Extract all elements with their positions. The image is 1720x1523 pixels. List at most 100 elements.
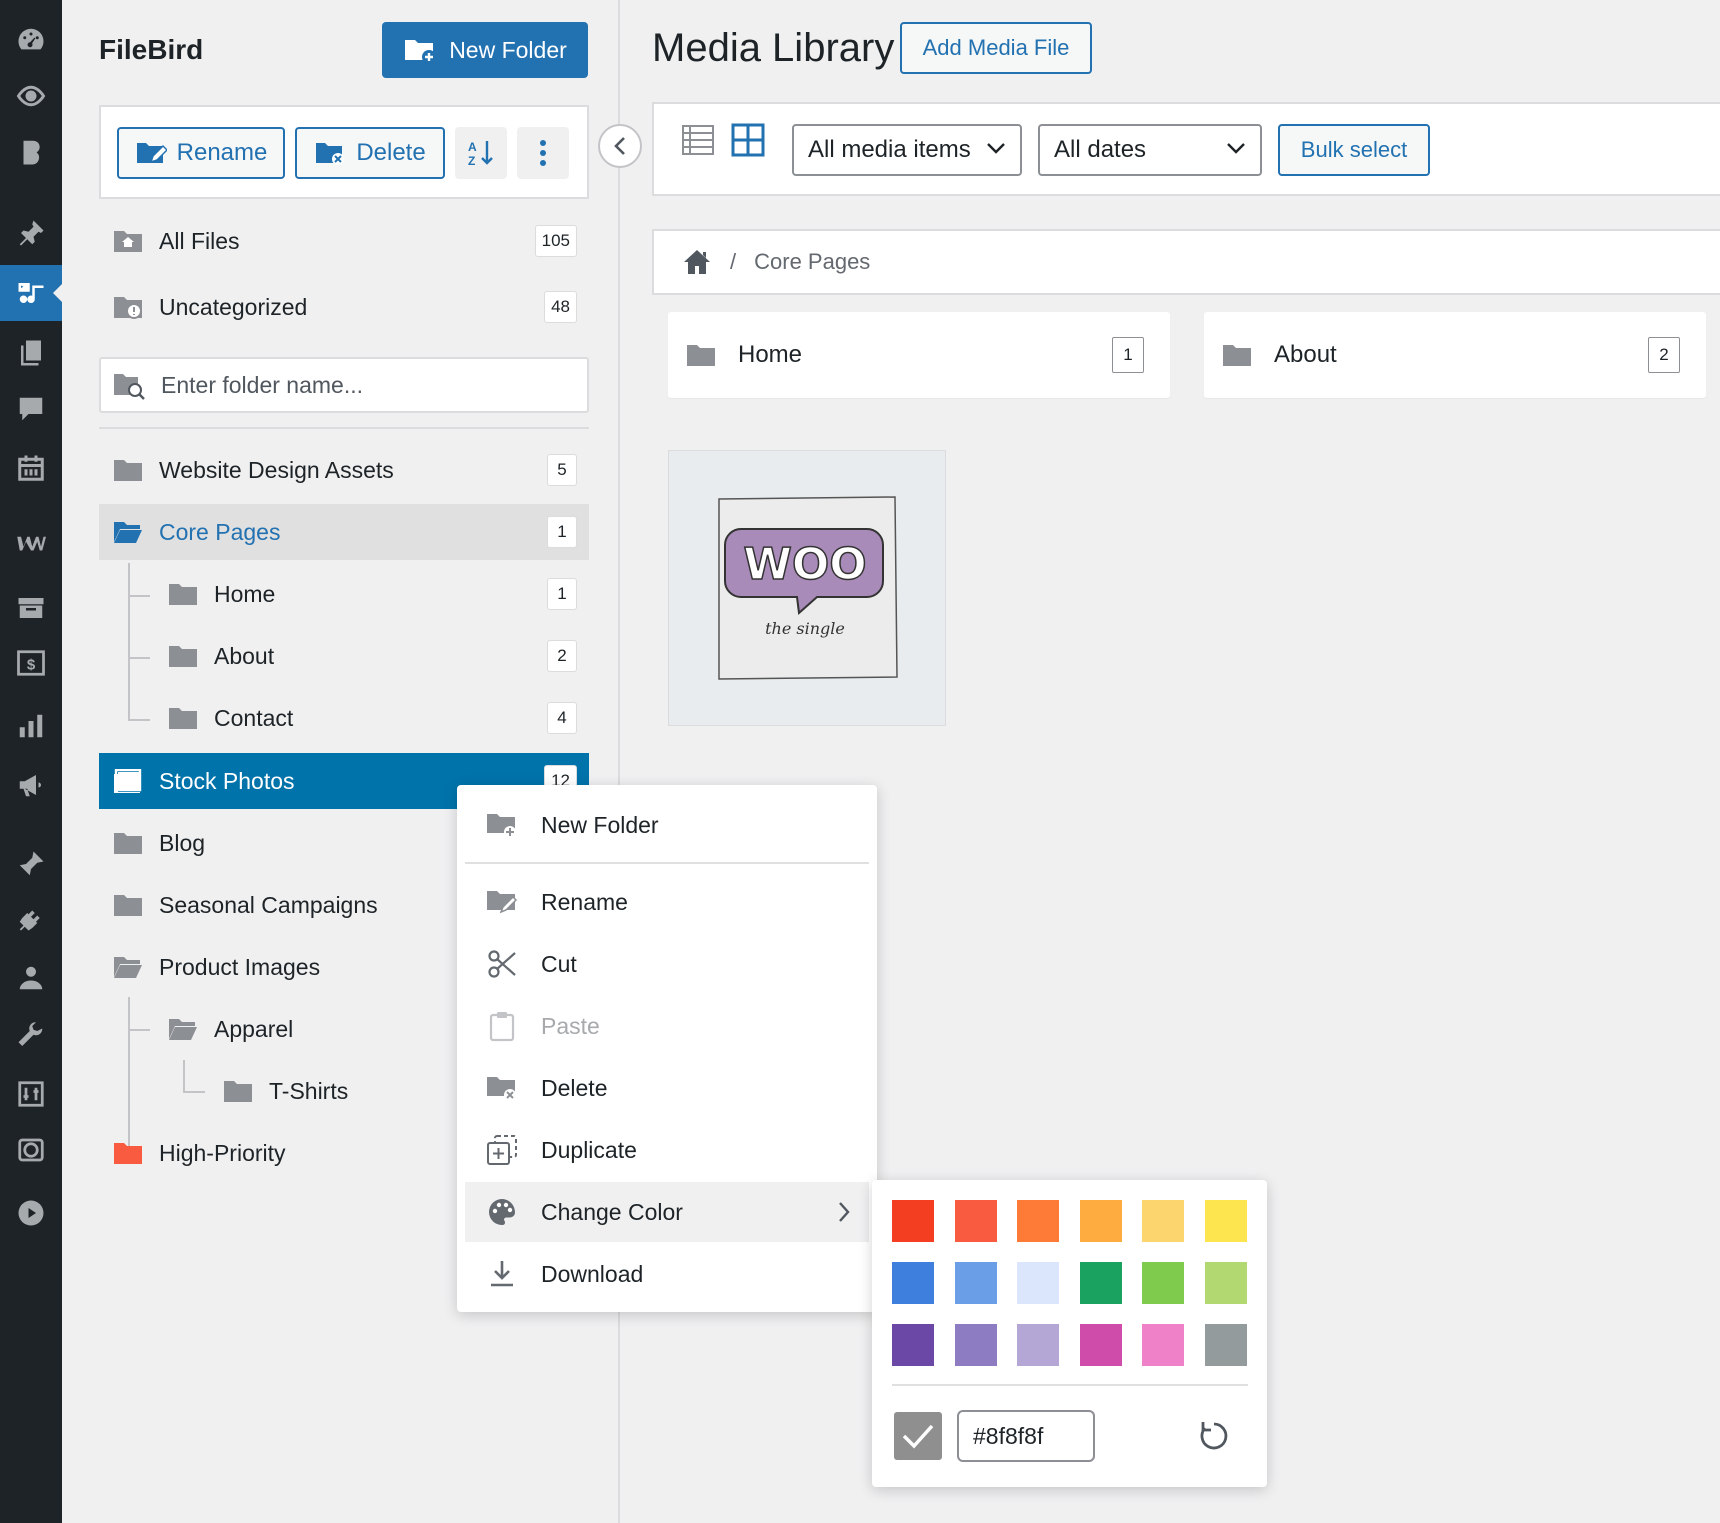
menu-item-label: Duplicate <box>541 1136 637 1163</box>
color-swatch[interactable] <box>1079 1262 1122 1304</box>
folder-item-core-pages[interactable]: Core Pages 1 <box>99 504 589 560</box>
menu-item-paste[interactable]: Paste <box>465 996 869 1056</box>
media-thumbnail[interactable]: WOO the single <box>668 450 946 726</box>
color-swatch[interactable] <box>1204 1324 1247 1366</box>
woocommerce-icon[interactable] <box>0 515 62 571</box>
home-icon[interactable] <box>682 247 712 277</box>
pin-icon[interactable] <box>0 205 62 261</box>
dashboard-icon[interactable] <box>0 12 62 68</box>
folder-card-count: 2 <box>1648 337 1680 373</box>
folder-label: Home <box>214 580 276 607</box>
folder-search-input[interactable] <box>159 370 559 400</box>
filebird-title: FileBird <box>99 34 204 65</box>
bulk-select-button[interactable]: Bulk select <box>1278 124 1430 176</box>
eye-icon[interactable] <box>0 68 62 124</box>
menu-item-rename[interactable]: Rename <box>465 872 869 932</box>
add-media-file-button[interactable]: Add Media File <box>900 22 1092 74</box>
menu-item-cut[interactable]: Cut <box>465 934 869 994</box>
woo-logo-text: WOO <box>743 539 866 590</box>
megaphone-icon[interactable] <box>0 757 62 813</box>
chevron-left-icon <box>614 137 625 155</box>
color-swatch[interactable] <box>892 1200 934 1242</box>
tree-line <box>128 563 130 720</box>
folder-count: 1 <box>547 516 577 548</box>
menu-item-delete[interactable]: Delete <box>465 1058 869 1118</box>
money-icon[interactable]: $ <box>0 635 62 691</box>
all-files-item[interactable]: All Files 105 <box>99 213 589 269</box>
delete-button[interactable]: Delete <box>295 127 445 179</box>
download-icon <box>485 1258 519 1290</box>
folder-label: High-Priority <box>159 1139 286 1166</box>
settings-icon[interactable] <box>0 1066 62 1122</box>
media-type-filter[interactable]: All media items <box>792 124 1022 176</box>
color-swatch[interactable] <box>1017 1324 1059 1366</box>
wordpress-icon[interactable] <box>0 1122 62 1178</box>
comments-icon[interactable] <box>0 381 62 437</box>
folder-item-website-design-assets[interactable]: Website Design Assets 5 <box>99 442 589 498</box>
folder-item-home[interactable]: Home 1 <box>154 566 589 622</box>
scissors-icon <box>485 948 519 980</box>
folder-card-home[interactable]: Home 1 <box>668 312 1170 398</box>
calendar-icon[interactable] <box>0 440 62 496</box>
color-swatch[interactable] <box>1079 1200 1122 1242</box>
users-icon[interactable] <box>0 950 62 1006</box>
rename-button[interactable]: Rename <box>117 127 285 179</box>
palette-icon <box>485 1196 519 1228</box>
grid-view-button[interactable] <box>730 122 766 158</box>
folder-item-contact[interactable]: Contact 4 <box>154 690 589 746</box>
list-view-button[interactable] <box>680 122 716 158</box>
folder-label: Stock Photos <box>159 767 295 794</box>
pages-icon[interactable] <box>0 325 62 381</box>
uncategorized-item[interactable]: Uncategorized 48 <box>99 279 589 335</box>
color-swatch[interactable] <box>954 1324 997 1366</box>
folder-item-about[interactable]: About 2 <box>154 628 589 684</box>
menu-item-duplicate[interactable]: Duplicate <box>465 1120 869 1180</box>
plugins-icon[interactable] <box>0 895 62 951</box>
folder-plus-icon <box>485 809 519 841</box>
folder-delete-icon <box>316 143 345 165</box>
more-options-button[interactable] <box>517 127 569 179</box>
color-swatch[interactable] <box>892 1324 934 1366</box>
grid-view-icon <box>731 123 765 157</box>
appearance-icon[interactable] <box>0 836 62 892</box>
breadcrumb: / Core Pages <box>652 229 1720 295</box>
color-swatch[interactable] <box>1079 1324 1122 1366</box>
folder-open-icon <box>114 957 142 978</box>
tools-icon[interactable] <box>0 1008 62 1064</box>
folder-open-icon <box>169 1019 197 1040</box>
folder-card-about[interactable]: About 2 <box>1204 312 1706 398</box>
color-swatch[interactable] <box>1142 1324 1184 1366</box>
analytics-icon[interactable] <box>0 698 62 754</box>
play-icon[interactable] <box>0 1185 62 1241</box>
folder-icon <box>224 1081 252 1102</box>
folder-search-icon <box>114 374 145 400</box>
media-icon[interactable] <box>0 265 62 321</box>
uncategorized-label: Uncategorized <box>159 293 308 320</box>
color-swatch[interactable] <box>1017 1200 1059 1242</box>
menu-item-change-color[interactable]: Change Color <box>465 1182 869 1242</box>
menu-item-download[interactable]: Download <box>465 1244 869 1304</box>
tree-line <box>183 1060 185 1092</box>
archive-icon[interactable] <box>0 580 62 636</box>
color-swatch[interactable] <box>1204 1262 1247 1304</box>
color-swatch[interactable] <box>892 1262 934 1304</box>
reset-color-button[interactable] <box>1194 1416 1234 1456</box>
color-swatch[interactable] <box>1142 1200 1184 1242</box>
menu-item-label: Delete <box>541 1074 608 1101</box>
collapse-panel-button[interactable] <box>598 124 642 168</box>
brand-b-icon[interactable] <box>0 124 62 180</box>
folder-icon <box>114 460 142 481</box>
apply-color-button[interactable] <box>894 1412 942 1460</box>
svg-text:$: $ <box>27 656 36 673</box>
color-swatch[interactable] <box>954 1262 997 1304</box>
color-swatch[interactable] <box>954 1200 997 1242</box>
color-swatch[interactable] <box>1017 1262 1059 1304</box>
breadcrumb-current: Core Pages <box>754 249 871 274</box>
color-swatch[interactable] <box>1204 1200 1247 1242</box>
new-folder-button[interactable]: New Folder <box>382 22 588 78</box>
sort-button[interactable]: AZ <box>455 127 507 179</box>
color-swatch[interactable] <box>1142 1262 1184 1304</box>
menu-item-new-folder[interactable]: New Folder <box>465 795 869 855</box>
date-filter[interactable]: All dates <box>1038 124 1262 176</box>
color-hex-input[interactable] <box>957 1410 1095 1462</box>
